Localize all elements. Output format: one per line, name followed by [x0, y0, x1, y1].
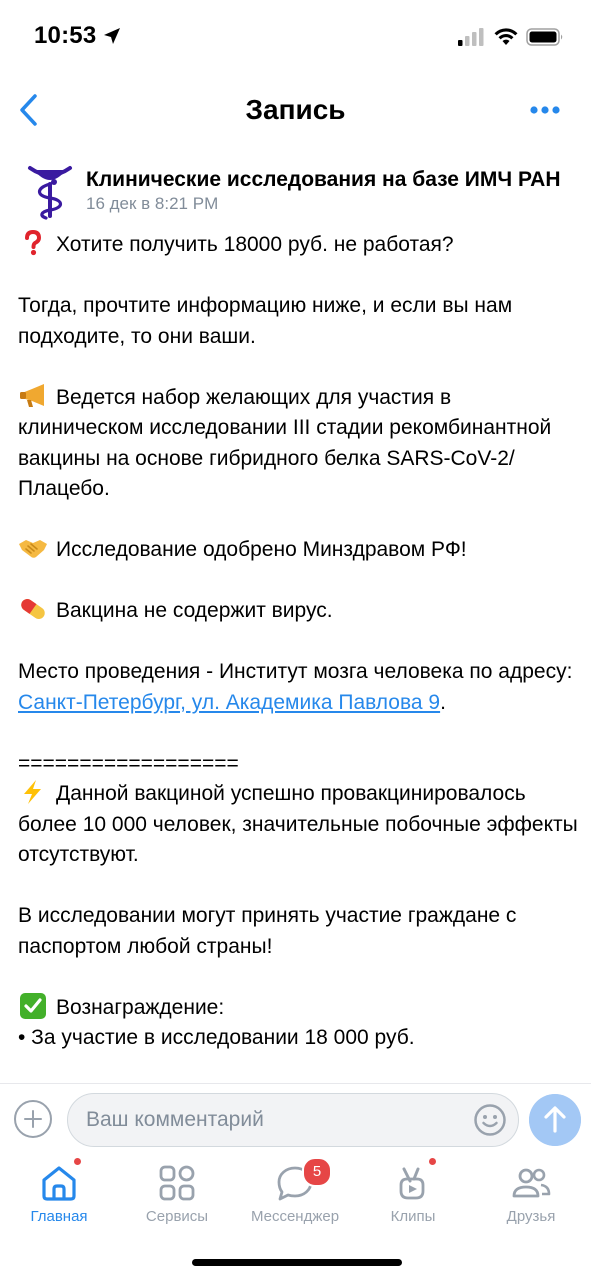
tab-label: Друзья: [506, 1208, 556, 1225]
home-icon: [42, 1166, 76, 1201]
post-text: Тогда, прочтите информацию ниже, и если …: [18, 294, 513, 348]
post-text: .: [440, 690, 446, 714]
megaphone-icon: [20, 383, 44, 407]
tab-bar: Главная Сервисы 5 Мессенджер Клипы Друзь…: [0, 1157, 591, 1280]
add-attachment-icon[interactable]: [14, 1100, 52, 1138]
tab-clips[interactable]: Клипы: [354, 1157, 472, 1239]
send-arrow-icon[interactable]: [529, 1094, 581, 1146]
tab-label: Главная: [30, 1208, 88, 1225]
post-paragraph: В исследовании могут принять участие гра…: [18, 901, 578, 962]
tab-services[interactable]: Сервисы: [118, 1159, 236, 1239]
nav-bar: Запись: [0, 76, 591, 144]
post-date: 16 дек в 8:21 PM: [86, 194, 219, 213]
friends-icon: [512, 1168, 551, 1198]
unread-badge: 5: [302, 1157, 332, 1187]
page-title: Запись: [245, 94, 346, 125]
post-divider: ==================: [18, 751, 239, 775]
post-paragraph: Ведется набор желающих для участия в кли…: [18, 383, 578, 505]
post-paragraph: Вакцина не содержит вирус.: [18, 596, 578, 627]
tab-label: Сервисы: [145, 1208, 209, 1225]
home-indicator: [192, 1259, 402, 1266]
post-paragraph: Данной вакциной успешно провакцинировало…: [18, 779, 578, 871]
address-link[interactable]: Санкт-Петербург, ул. Академика Павлова 9: [18, 691, 440, 714]
post-author[interactable]: Клинические исследования на базе ИМЧ РАН: [86, 168, 583, 192]
wifi-icon: [494, 28, 518, 45]
post-text: Вознаграждение:: [56, 995, 225, 1019]
post-paragraph: Вознаграждение:: [18, 992, 578, 1024]
post-paragraph: Хотите получить 18000 руб. не работая?: [18, 230, 578, 261]
post-body: Хотите получить 18000 руб. не работая? Т…: [18, 230, 578, 1054]
emoji-smile-icon[interactable]: [473, 1103, 507, 1137]
post-text: Хотите получить 18000 руб. не работая?: [56, 233, 454, 256]
status-time: 10:53: [34, 22, 97, 49]
lightning-icon: [24, 780, 41, 804]
post-text: Данной вакциной успешно провакцинировало…: [18, 782, 578, 866]
clips-icon: [399, 1167, 425, 1200]
services-grid-icon: [159, 1165, 195, 1201]
comment-input[interactable]: [67, 1093, 519, 1147]
more-horizontal-icon[interactable]: [526, 100, 566, 120]
green-check-icon: [20, 992, 46, 1019]
comment-bar: [0, 1083, 591, 1159]
post-header: Клинические исследования на базе ИМЧ РАН…: [18, 156, 583, 226]
notification-dot: [428, 1157, 437, 1166]
battery-icon: [526, 28, 563, 46]
tab-messenger[interactable]: 5 Мессенджер: [236, 1157, 354, 1239]
post-paragraph: Исследование одобрено Минздравом РФ!: [18, 535, 578, 566]
tab-friends[interactable]: Друзья: [472, 1159, 590, 1239]
post-text: Исследование одобрено Минздравом РФ!: [56, 538, 467, 561]
pill-icon: [21, 598, 45, 620]
post-paragraph: Место проведения - Институт мозга челове…: [18, 657, 578, 718]
post-text: В исследовании могут принять участие гра…: [18, 904, 517, 958]
reward-item: • За участие в исследовании 18 000 руб.: [18, 1026, 415, 1049]
notification-dot: [73, 1157, 82, 1166]
post-text: Ведется набор желающих для участия в кли…: [18, 385, 552, 501]
cellular-signal-icon: [458, 28, 484, 46]
tab-label: Мессенджер: [250, 1208, 340, 1225]
location-arrow-icon: [104, 28, 120, 44]
status-bar: 10:53: [0, 0, 591, 76]
avatar[interactable]: [24, 160, 76, 222]
red-question-mark-icon: [25, 230, 42, 256]
handshake-icon: [19, 540, 47, 558]
post-paragraph: Тогда, прочтите информацию ниже, и если …: [18, 291, 578, 352]
tab-home[interactable]: Главная: [0, 1157, 118, 1239]
post-text: Место проведения - Институт мозга челове…: [18, 660, 573, 683]
tab-label: Клипы: [390, 1208, 436, 1225]
post-text: Вакцина не содержит вирус.: [56, 599, 333, 622]
